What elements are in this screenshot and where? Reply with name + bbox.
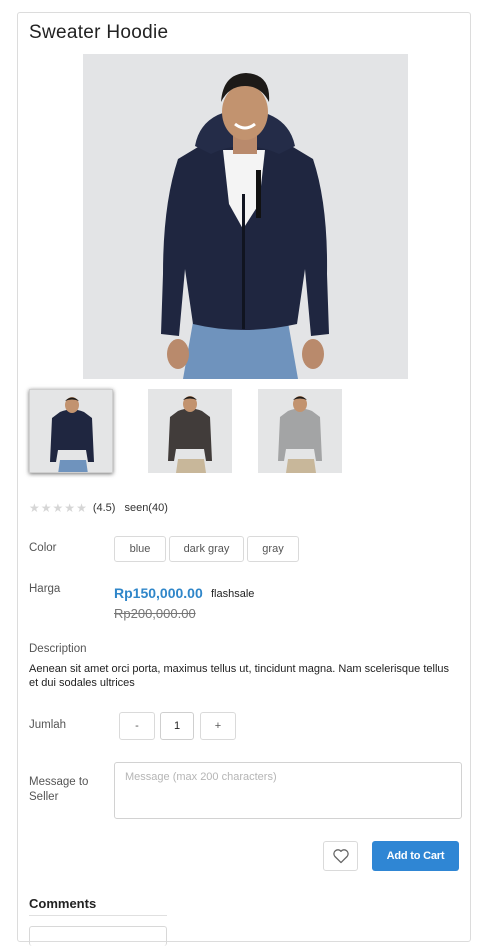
add-to-cart-button[interactable]: Add to Cart xyxy=(372,841,459,871)
current-price: Rp150,000.00 xyxy=(114,585,203,601)
color-option-dark-gray[interactable]: dark gray xyxy=(169,536,244,562)
wishlist-button[interactable] xyxy=(323,841,358,871)
quantity-label: Jumlah xyxy=(29,719,67,731)
thumbnail-gray-image xyxy=(258,389,342,473)
comment-box[interactable] xyxy=(29,926,167,946)
color-option-gray[interactable]: gray xyxy=(247,536,299,562)
thumbnail-gray[interactable] xyxy=(258,389,342,473)
message-input[interactable] xyxy=(114,762,462,819)
quantity-input[interactable] xyxy=(160,712,194,740)
rating-value: (4.5) xyxy=(92,502,116,514)
flashsale-badge: flashsale xyxy=(211,588,255,600)
star-icon: ★ xyxy=(29,501,40,515)
product-card: Sweater Hoodie ★ ★ ★ ★ ★ (4.5) seen(40) … xyxy=(17,12,471,946)
seen-count: seen(40) xyxy=(124,502,168,514)
thumbnail-dark-gray-image xyxy=(148,389,232,473)
product-title: Sweater Hoodie xyxy=(29,22,169,43)
product-main-image xyxy=(83,54,408,379)
thumbnail-navy[interactable] xyxy=(29,389,113,473)
star-icon: ★ xyxy=(64,501,76,515)
star-icon: ★ xyxy=(40,501,52,515)
description-label: Description xyxy=(29,643,87,655)
quantity-decrease-button[interactable]: - xyxy=(119,712,155,740)
color-option-blue[interactable]: blue xyxy=(114,536,166,562)
rating-row: ★ ★ ★ ★ ★ (4.5) seen(40) xyxy=(29,501,168,515)
thumbnail-dark-gray[interactable] xyxy=(148,389,232,473)
price-label: Harga xyxy=(29,583,61,595)
star-icon: ★ xyxy=(52,501,64,515)
star-icon: ★ xyxy=(76,501,87,515)
model-navy-hoodie-image xyxy=(83,54,408,379)
heart-icon xyxy=(332,849,349,864)
thumbnail-navy-image xyxy=(30,390,112,472)
comments-heading: Comments xyxy=(29,896,97,911)
color-label: Color xyxy=(29,542,57,554)
description-text: Aenean sit amet orci porta, maximus tell… xyxy=(29,663,450,689)
message-label: Message to Seller xyxy=(29,776,89,803)
quantity-increase-button[interactable]: + xyxy=(200,712,236,740)
original-price: Rp200,000.00 xyxy=(114,606,196,621)
comments-divider xyxy=(29,915,167,916)
